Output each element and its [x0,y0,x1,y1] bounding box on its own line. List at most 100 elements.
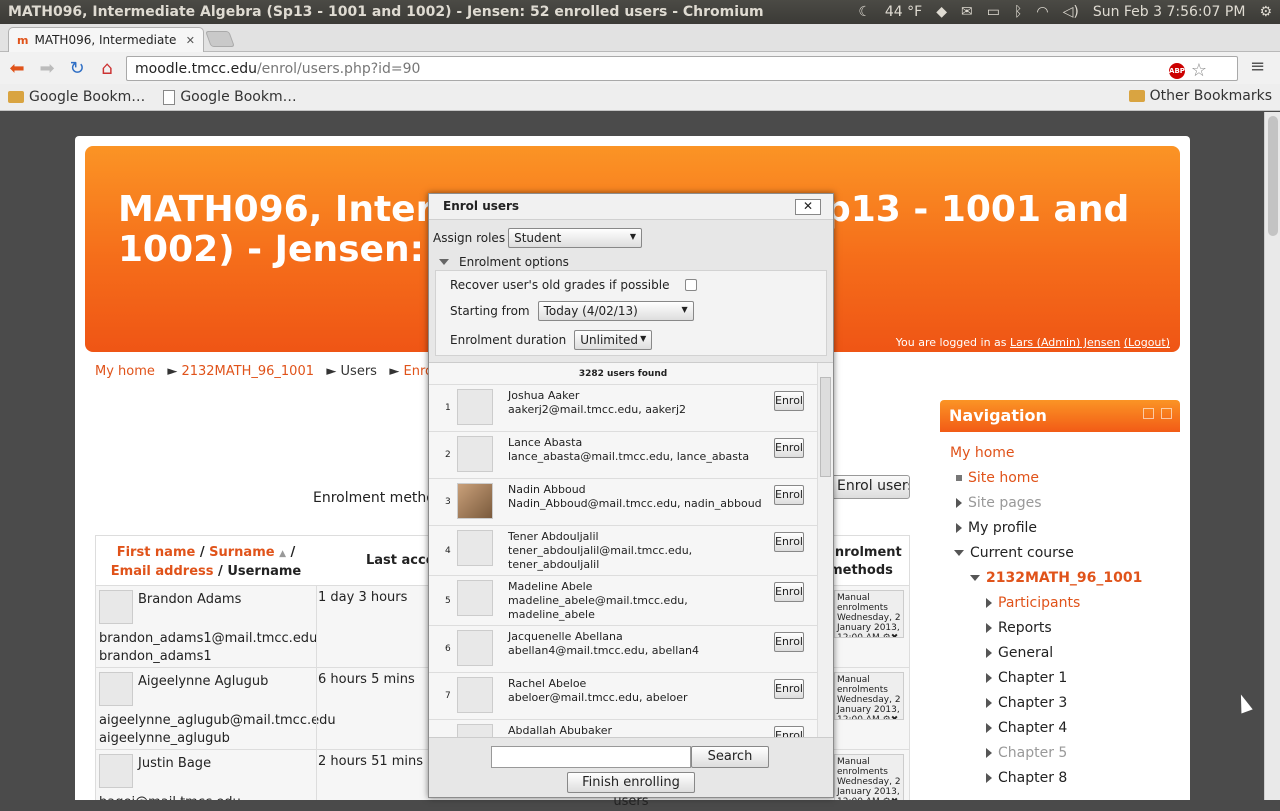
volume-icon[interactable]: ◁) [1063,4,1079,20]
enrol-users-button[interactable]: Enrol users [830,475,910,499]
close-tab-icon[interactable]: ✕ [186,34,195,47]
enrolment-options-toggle[interactable]: Enrolment options [439,255,569,269]
page-scrollbar[interactable] [1264,112,1280,800]
system-tray: ☾ 44 °F ◆ ✉ ▭ ᛒ ◠ ◁) Sun Feb 3 7:56:07 P… [858,4,1272,20]
dropbox-icon[interactable]: ◆ [936,4,947,20]
result-name: Joshua Aaker [508,389,580,402]
role-select[interactable]: Student [508,228,643,248]
browser-tab[interactable]: m MATH096, Intermediate A ✕ [8,27,204,52]
enrol-button[interactable]: Enrol [774,679,804,699]
enrol-button[interactable]: Enrol [774,438,804,458]
gear-icon[interactable]: ⚙ [883,715,891,719]
nav-item-chapter-8[interactable]: Chapter 8 [940,765,1180,790]
list-item: 3 Nadin Abboud Nadin_Abboud@mail.tmcc.edu,… [429,479,817,526]
breadcrumb-course[interactable]: 2132MATH_96_1001 [181,364,314,379]
starting-from-select[interactable]: Today (4/02/13) [537,301,694,321]
list-item: 7 Rachel Abeloe abeloer@mail.tmcc.edu, abe… [429,673,817,720]
breadcrumb-users: Users [340,364,377,379]
column-divider [316,750,317,800]
bookmark-2[interactable]: Google Bookm… [163,89,297,105]
search-input[interactable] [491,746,691,768]
address-bar[interactable]: moodle.tmcc.edu/enrol/users.php?id=90 AB… [126,56,1238,81]
nav-item-participants[interactable]: Participants [940,590,1180,615]
bluetooth-icon[interactable]: ᛒ [1014,4,1022,20]
enrol-button[interactable]: Enrol [774,582,804,602]
moon-icon[interactable]: ☾ [858,4,871,20]
duration-select[interactable]: Unlimited [574,330,653,350]
enrol-button[interactable]: Enrol [774,632,804,652]
mail-icon[interactable]: ✉ [961,4,973,20]
scrollbar-thumb[interactable] [1268,116,1278,236]
back-icon[interactable]: ⬅ [6,57,28,79]
battery-icon[interactable]: ▭ [987,4,1000,20]
avatar[interactable] [99,590,133,624]
user-name[interactable]: Aigeelynne Aglugub [138,674,268,689]
nav-item-general[interactable]: General [940,640,1180,665]
breadcrumb-my-home[interactable]: My home [95,364,155,379]
folder-icon [1128,90,1145,102]
sort-first-name[interactable]: First name [117,545,196,560]
new-tab-button[interactable] [205,31,235,47]
avatar[interactable] [99,672,133,706]
adblock-icon[interactable]: ABP [1169,63,1185,79]
minimize-icon[interactable] [1143,408,1154,419]
wrench-icon[interactable]: ≡ [1250,56,1265,77]
result-index: 4 [445,545,451,556]
nav-item-site-pages[interactable]: Site pages [940,490,1180,515]
login-info: You are logged in as Lars (Admin) Jensen… [895,336,1170,349]
nav-item-current-course[interactable]: Current course [940,540,1180,565]
expand-triangle-icon [986,747,992,758]
results-scrollbar[interactable] [817,363,833,737]
weather-text[interactable]: 44 °F [885,4,922,20]
reload-icon[interactable]: ↻ [66,57,88,79]
nav-item-my-profile[interactable]: My profile [940,515,1180,540]
enrolment-method: Manual enrolments Wednesday, 2 January 2… [834,672,904,720]
enrol-button[interactable]: Enrol [774,532,804,552]
bookmark-star-icon[interactable]: ☆ [1191,60,1207,81]
collapse-triangle-icon [439,259,449,265]
logout-link[interactable]: (Logout) [1124,336,1170,349]
nav-item-site-home[interactable]: Site home [940,465,1180,490]
duration-row: Enrolment duration Unlimited [450,330,653,350]
results-scroll-thumb[interactable] [820,377,831,477]
wifi-icon[interactable]: ◠ [1036,4,1048,20]
search-button[interactable]: Search [691,746,769,768]
result-name: Lance Abasta [508,436,583,449]
clock[interactable]: Sun Feb 3 7:56:07 PM [1093,4,1246,20]
user-link[interactable]: Lars (Admin) Jensen [1010,336,1120,349]
expand-triangle-icon [986,597,992,608]
navigation-block: Navigation My home Site home Site pages My … [940,400,1180,790]
forward-icon[interactable]: ➡ [36,57,58,79]
nav-item-my-home[interactable]: My home [940,440,1180,465]
bookmark-1[interactable]: Google Bookm… [8,89,145,105]
close-dialog-button[interactable]: ✕ [795,199,821,215]
power-icon[interactable]: ⚙ [1259,4,1272,20]
other-bookmarks[interactable]: Other Bookmarks [1128,88,1272,104]
result-index: 2 [445,450,451,460]
user-name[interactable]: Brandon Adams [138,592,241,607]
list-item: 5 Madeline Abele madeline_abele@mail.tmcc.… [429,576,817,626]
user-name[interactable]: Justin Bage [138,756,211,771]
recover-grades-checkbox[interactable] [685,279,698,291]
nav-item-chapter-1[interactable]: Chapter 1 [940,665,1180,690]
nav-item-chapter-4[interactable]: Chapter 4 [940,715,1180,740]
home-icon[interactable]: ⌂ [96,57,118,79]
finish-enrolling-button[interactable]: Finish enrolling users [567,772,695,809]
os-top-bar: MATH096, Intermediate Algebra (Sp13 - 10… [0,0,1280,24]
enrol-button[interactable]: Enrol [774,485,804,505]
enrol-button[interactable]: Enrol [774,726,804,737]
sort-email[interactable]: Email address [111,564,214,579]
gear-icon[interactable]: ⚙ [883,633,891,637]
nav-item-2132math-96-1001[interactable]: 2132MATH_96_1001 [940,565,1180,590]
delete-icon[interactable]: ✖ [891,715,899,719]
column-divider [316,586,317,668]
nav-item-reports[interactable]: Reports [940,615,1180,640]
nav-item-chapter-5[interactable]: Chapter 5 [940,740,1180,765]
nav-item-chapter-3[interactable]: Chapter 3 [940,690,1180,715]
dock-icon[interactable] [1161,408,1172,419]
enrol-button[interactable]: Enrol [774,391,804,411]
delete-icon[interactable]: ✖ [891,633,899,637]
sort-surname[interactable]: Surname [209,545,274,560]
result-name: Tener Abdouljalil [508,530,599,543]
avatar[interactable] [99,754,133,788]
